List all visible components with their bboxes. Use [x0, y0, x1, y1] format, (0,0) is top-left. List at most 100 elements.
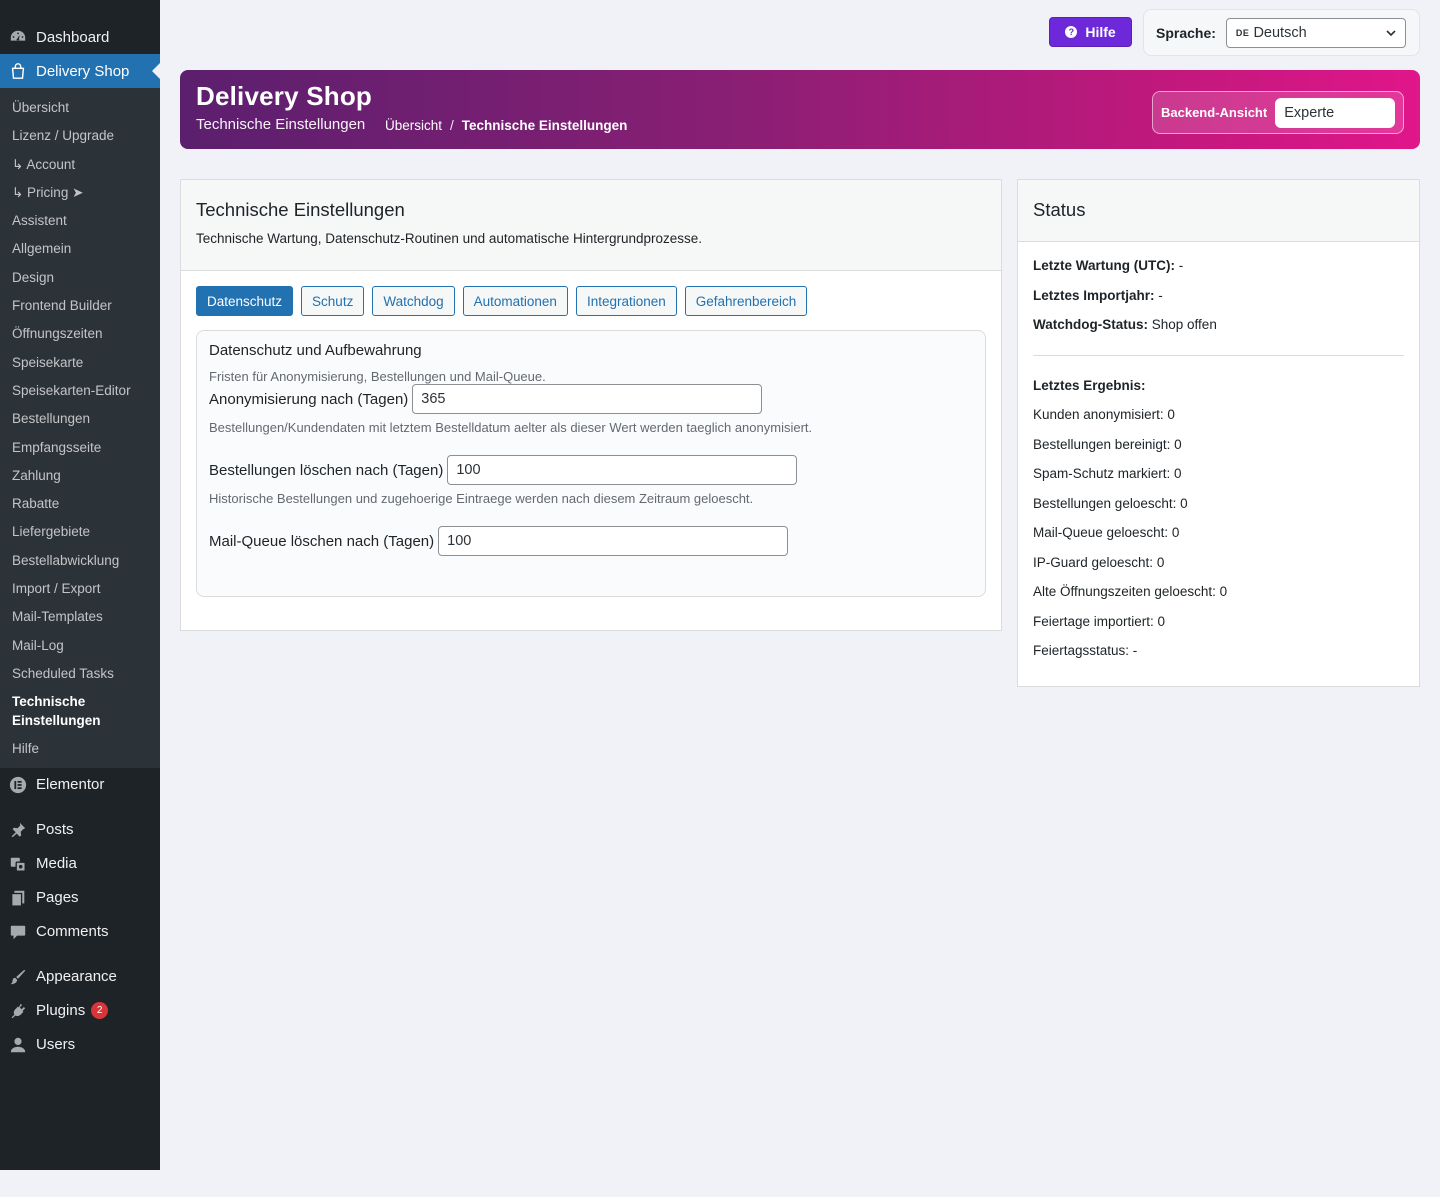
help-button[interactable]: ? Hilfe [1049, 17, 1132, 47]
help-button-label: Hilfe [1085, 24, 1116, 40]
language-label: Sprache: [1156, 24, 1216, 41]
submenu-speisekarte[interactable]: Speisekarte [0, 349, 160, 377]
status-result-line: Feiertage importiert: 0 [1033, 614, 1166, 629]
submenu-bestellabwicklung[interactable]: Bestellabwicklung [0, 547, 160, 575]
field-anonymization: Anonymisierung nach (Tagen) 365 [209, 384, 973, 414]
language-flag: DE [1235, 27, 1250, 38]
menu-comments[interactable]: Comments [0, 915, 160, 949]
submenu-speisekarten-editor[interactable]: Speisekarten-Editor [0, 377, 160, 405]
submenu-import-export[interactable]: Import / Export [0, 575, 160, 603]
status-result-line: Bestellungen bereinigt: 0 [1033, 437, 1182, 452]
language-switcher: Sprache: DE Deutsch [1143, 9, 1420, 56]
menu-label: Appearance [36, 968, 117, 986]
submenu-frontend-builder[interactable]: Frontend Builder [0, 292, 160, 320]
menu-label: Dashboard [36, 28, 110, 46]
status-watchdog: Watchdog-Status: Shop offen [1033, 317, 1217, 332]
language-select[interactable]: DE Deutsch [1225, 17, 1406, 48]
delivery-shop-submenu: Übersicht Lizenz / Upgrade ↳ Account ↳ P… [0, 88, 160, 768]
menu-label: Users [36, 1036, 76, 1054]
menu-label: Pages [36, 889, 79, 907]
status-last-import-year: Letztes Importjahr: - [1033, 288, 1163, 303]
menu-pages[interactable]: Pages [0, 881, 160, 915]
submenu-allgemein[interactable]: Allgemein [0, 235, 160, 263]
delete-orders-days-input[interactable]: 100 [447, 455, 798, 485]
menu-label: Posts [36, 821, 74, 839]
menu-posts[interactable]: Posts [0, 813, 160, 847]
submenu-zahlung[interactable]: Zahlung [0, 462, 160, 490]
settings-panel: Technische Einstellungen Technische Wart… [180, 179, 1002, 631]
backend-view-label: Backend-Ansicht [1161, 105, 1268, 120]
breadcrumb-separator: / [450, 118, 454, 133]
status-result-line: Mail-Queue geloescht: 0 [1033, 525, 1180, 540]
elementor-icon [8, 775, 28, 795]
status-panel-title: Status [1033, 199, 1086, 220]
tab-watchdog[interactable]: Watchdog [372, 286, 455, 316]
dashboard-icon [8, 27, 28, 47]
question-icon: ? [1065, 26, 1078, 38]
status-last-maintenance: Letzte Wartung (UTC): - [1033, 258, 1183, 273]
backend-view-select[interactable]: Experte [1275, 97, 1396, 128]
status-label: Letzte Wartung (UTC): [1033, 258, 1175, 273]
delete-mail-queue-days-input[interactable]: 100 [438, 526, 789, 556]
menu-plugins[interactable]: Plugins 2 [0, 994, 160, 1028]
tab-integrationen[interactable]: Integrationen [575, 286, 677, 316]
field-hint: Historische Bestellungen und zugehoerige… [209, 491, 754, 506]
admin-sidebar: Dashboard Delivery Shop Übersicht Lizenz… [0, 0, 160, 1170]
tab-gefahrenbereich[interactable]: Gefahrenbereich [684, 286, 808, 316]
status-panel: Status Letzte Wartung (UTC): - Letztes I… [1017, 179, 1420, 687]
submenu-scheduled-tasks[interactable]: Scheduled Tasks [0, 660, 160, 688]
submenu-mail-templates[interactable]: Mail-Templates [0, 603, 160, 631]
pages-icon [8, 888, 28, 908]
field-label: Bestellungen löschen nach (Tagen) [209, 461, 444, 479]
submenu-liefergebiete[interactable]: Liefergebiete [0, 518, 160, 546]
status-label: Letztes Importjahr: [1033, 288, 1155, 303]
field-hint: Bestellungen/Kundendaten mit letztem Bes… [209, 420, 813, 435]
menu-label: Media [36, 855, 77, 873]
section-title: Datenschutz und Aufbewahrung [209, 342, 422, 359]
submenu-hilfe[interactable]: Hilfe [0, 735, 160, 763]
menu-label: Delivery Shop [36, 62, 130, 80]
submenu-uebersicht[interactable]: Übersicht [0, 94, 160, 122]
status-result-line: Bestellungen geloescht: 0 [1033, 496, 1188, 511]
submenu-oeffnungszeiten[interactable]: Öffnungszeiten [0, 320, 160, 348]
submenu-account[interactable]: ↳ Account [0, 151, 160, 179]
status-divider [1033, 355, 1404, 356]
menu-elementor[interactable]: Elementor [0, 768, 160, 802]
submenu-bestellungen[interactable]: Bestellungen [0, 405, 160, 433]
status-result-line: Feiertagsstatus: - [1033, 643, 1138, 658]
settings-tabs: Datenschutz Schutz Watchdog Automationen… [196, 286, 808, 316]
menu-users[interactable]: Users [0, 1028, 160, 1062]
submenu-empfangsseite[interactable]: Empfangsseite [0, 434, 160, 462]
status-label: Letztes Ergebnis: [1033, 378, 1146, 393]
menu-label: Comments [36, 923, 109, 941]
paintbrush-icon [8, 967, 28, 987]
comment-bubble-icon [8, 922, 28, 942]
anonymization-days-input[interactable]: 365 [412, 384, 763, 414]
section-description: Fristen für Anonymisierung, Bestellungen… [209, 369, 546, 384]
status-label: Watchdog-Status: [1033, 317, 1148, 332]
privacy-section: Datenschutz und Aufbewahrung Fristen für… [196, 330, 986, 597]
submenu-assistent[interactable]: Assistent [0, 207, 160, 235]
menu-dashboard[interactable]: Dashboard [0, 20, 160, 54]
breadcrumb-root-link[interactable]: Übersicht [385, 118, 442, 133]
menu-label: Plugins [36, 1002, 86, 1020]
menu-delivery-shop[interactable]: Delivery Shop [0, 54, 160, 88]
pushpin-icon [8, 820, 28, 840]
tab-automationen[interactable]: Automationen [462, 286, 568, 316]
status-result-line: IP-Guard geloescht: 0 [1033, 555, 1165, 570]
menu-media[interactable]: Media [0, 847, 160, 881]
submenu-pricing[interactable]: ↳ Pricing ➤ [0, 179, 160, 207]
breadcrumb-current: Technische Einstellungen [461, 118, 628, 133]
submenu-technische-einstellungen[interactable]: Technische Einstellungen [0, 688, 160, 735]
submenu-mail-log[interactable]: Mail-Log [0, 632, 160, 660]
menu-appearance[interactable]: Appearance [0, 960, 160, 994]
settings-panel-description: Technische Wartung, Datenschutz-Routinen… [196, 231, 703, 246]
tab-datenschutz[interactable]: Datenschutz [196, 286, 294, 316]
submenu-design[interactable]: Design [0, 264, 160, 292]
submenu-rabatte[interactable]: Rabatte [0, 490, 160, 518]
submenu-lizenz[interactable]: Lizenz / Upgrade [0, 122, 160, 150]
tab-schutz[interactable]: Schutz [301, 286, 365, 316]
breadcrumb: Übersicht / Technische Einstellungen [385, 118, 627, 133]
user-icon [8, 1035, 28, 1055]
status-result-line: Spam-Schutz markiert: 0 [1033, 466, 1182, 481]
